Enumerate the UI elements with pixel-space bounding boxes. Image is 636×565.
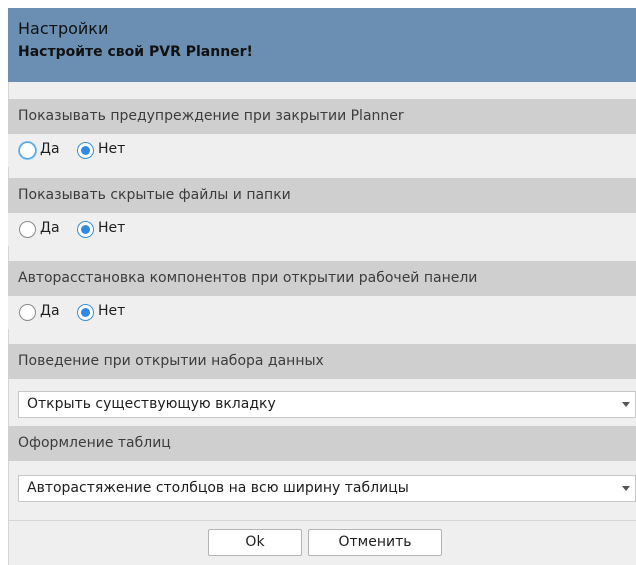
radio-circle-unchecked[interactable] <box>19 142 36 159</box>
setting-label-auto-arrange: Авторасстановка компонентов при открытии… <box>8 261 636 296</box>
dialog-subtitle: Настройте свой PVR Planner! <box>18 44 253 60</box>
radio-label-yes: Да <box>40 220 60 236</box>
radio-label-no: Нет <box>98 141 126 157</box>
setting-label-hidden-files: Показывать скрытые файлы и папки <box>8 178 636 213</box>
cancel-button[interactable]: Отменить <box>308 529 442 556</box>
radio-label-no: Нет <box>98 220 126 236</box>
radio-label-yes: Да <box>40 303 60 319</box>
dialog-header: Настройки Настройте свой PVR Planner! <box>8 8 636 82</box>
settings-dialog: Настройки Настройте свой PVR Planner! По… <box>8 8 636 565</box>
setting-label-close-warning: Показывать предупреждение при закрытии P… <box>8 99 636 134</box>
ok-button[interactable]: Ok <box>208 529 302 556</box>
select-value: Открыть существующую вкладку <box>27 396 276 412</box>
radio-group-hidden-files: Да Нет <box>8 213 636 246</box>
radio-circle-unchecked[interactable] <box>19 304 36 321</box>
dialog-title: Настройки <box>18 19 109 38</box>
footer-divider <box>8 520 636 521</box>
radio-circle-checked[interactable] <box>77 304 94 321</box>
setting-label-dataset-behavior: Поведение при открытии набора данных <box>8 344 636 379</box>
radio-group-close-warning: Да Нет <box>8 134 636 167</box>
chevron-down-icon[interactable] <box>622 402 630 407</box>
chevron-down-icon[interactable] <box>622 486 630 491</box>
dataset-behavior-select[interactable]: Открыть существующую вкладку <box>18 391 636 418</box>
radio-group-auto-arrange: Да Нет <box>8 296 636 329</box>
radio-circle-unchecked[interactable] <box>19 221 36 238</box>
table-style-select[interactable]: Авторастяжение столбцов на всю ширину та… <box>18 475 636 502</box>
setting-label-table-style: Оформление таблиц <box>8 426 636 461</box>
radio-label-no: Нет <box>98 303 126 319</box>
radio-label-yes: Да <box>40 141 60 157</box>
radio-circle-checked[interactable] <box>77 142 94 159</box>
radio-circle-checked[interactable] <box>77 221 94 238</box>
select-value: Авторастяжение столбцов на всю ширину та… <box>27 480 409 496</box>
